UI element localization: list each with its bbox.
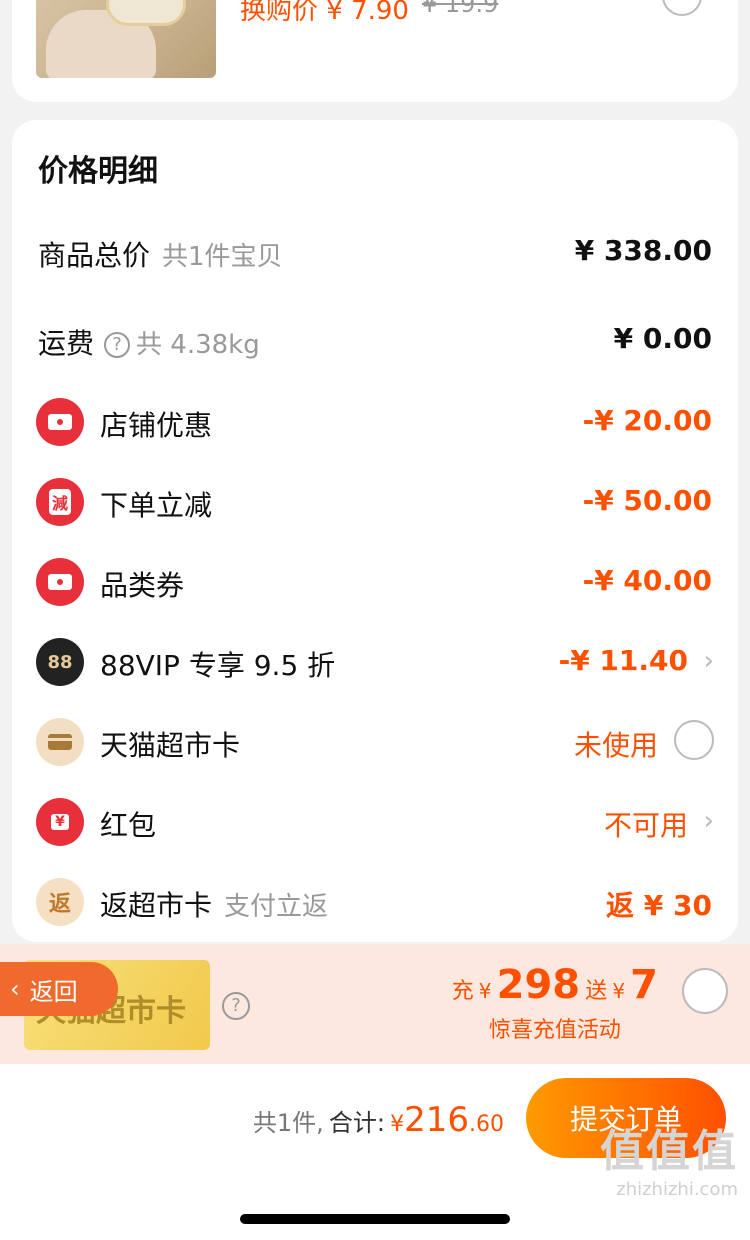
row-supermarket-card[interactable]: 天猫超市卡 未使用 <box>12 712 738 772</box>
product-card: 换购价 ¥ 7.90 ¥ 19.9 <box>12 0 738 102</box>
recharge-offer-line: 充 ¥ 298 送 ¥ 7 <box>451 962 658 1008</box>
total-label: 合计: <box>328 1109 385 1137</box>
back-label: 返回 <box>29 977 78 1006</box>
help-icon[interactable]: ? <box>222 992 250 1020</box>
home-indicator[interactable] <box>240 1214 510 1224</box>
row-instant-reduce[interactable]: 減 下单立减 -¥ 50.00 <box>12 472 738 532</box>
jar-shape <box>106 0 186 26</box>
row-red-packet[interactable]: ¥ 红包 不可用 › <box>12 792 738 852</box>
ticket-icon <box>36 398 84 446</box>
promo-subtitle: 惊喜充值活动 <box>488 1018 621 1043</box>
price-detail-title: 价格明细 <box>38 154 158 189</box>
row-goods-total: 商品总价 共1件宝贝 ¥ 338.00 <box>12 222 738 282</box>
recharge-offer[interactable]: 充 ¥ 298 送 ¥ 7 惊喜充值活动 <box>452 962 658 1044</box>
row-value: ¥ 0.00 <box>613 322 712 355</box>
row-label: 天猫超市卡 <box>100 729 241 762</box>
swap-select-radio[interactable] <box>662 0 702 16</box>
card-icon <box>36 718 84 766</box>
row-sub: 支付立返 <box>224 892 329 922</box>
row-88vip[interactable]: 88 88VIP 专享 9.5 折 -¥ 11.40 › <box>12 632 738 692</box>
price-detail-card: 价格明细 商品总价 共1件宝贝 ¥ 338.00 运费? 共 4.38kg ¥ 0.… <box>12 120 738 942</box>
row-return-card: 返 返超市卡 支付立返 返 ¥ 30 <box>12 872 738 932</box>
row-label: 品类券 <box>100 569 185 602</box>
checkout-footer: 共1件, 合计: ¥216.60 提交订单 值值值 zhizhizhi.com <box>0 1064 750 1240</box>
row-sub: 共 4.38kg <box>136 330 260 360</box>
watermark-logo: 值值值 <box>600 1126 738 1177</box>
charge-amount: 298 <box>496 962 581 1008</box>
row-value: 未使用 <box>573 729 658 762</box>
row-value: -¥ 40.00 <box>582 564 712 597</box>
product-image[interactable] <box>36 0 216 78</box>
row-label: 店铺优惠 <box>100 409 213 442</box>
88vip-icon: 88 <box>36 638 84 686</box>
row-label: 返超市卡 支付立返 <box>100 889 329 922</box>
row-sub: 共1件宝贝 <box>162 242 283 272</box>
watermark: 值值值 zhizhizhi.com <box>600 1115 738 1200</box>
return-icon: 返 <box>36 878 84 926</box>
row-value: 不可用 <box>603 809 688 842</box>
swap-price: 换购价 ¥ 7.90 <box>240 0 409 26</box>
row-label: 红包 <box>100 809 157 842</box>
row-label: 商品总价 共1件宝贝 <box>38 239 283 272</box>
chevron-right-icon: › <box>703 806 714 836</box>
order-total: 共1件, 合计: ¥216.60 <box>252 1100 504 1140</box>
row-category-coupon[interactable]: 品类券 -¥ 40.00 <box>12 552 738 612</box>
red-packet-icon: ¥ <box>36 798 84 846</box>
watermark-text: zhizhizhi.com <box>616 1179 738 1200</box>
row-shop-discount[interactable]: 店铺优惠 -¥ 20.00 <box>12 392 738 452</box>
help-icon[interactable]: ? <box>104 332 131 358</box>
item-count: 共1件, <box>252 1109 324 1137</box>
gift-amount: 7 <box>630 962 658 1008</box>
row-value: ¥ 338.00 <box>574 234 712 267</box>
total-amount: 216 <box>404 1100 469 1140</box>
ticket-icon <box>36 558 84 606</box>
back-button[interactable]: ‹ 返回 <box>0 962 118 1016</box>
row-label: 运费? 共 4.38kg <box>38 327 260 360</box>
row-shipping: 运费? 共 4.38kg ¥ 0.00 <box>12 310 738 370</box>
row-label: 88VIP 专享 9.5 折 <box>100 649 336 682</box>
row-value: -¥ 50.00 <box>582 484 712 517</box>
row-value: -¥ 20.00 <box>582 404 712 437</box>
recharge-promo-bar: 天猫超市卡 ? ‹ 返回 充 ¥ 298 送 ¥ 7 惊喜充值活动 <box>0 944 750 1064</box>
row-label: 下单立减 <box>100 489 213 522</box>
chevron-left-icon: ‹ <box>10 975 20 1003</box>
original-price: ¥ 19.9 <box>422 0 499 18</box>
recharge-select-radio[interactable] <box>682 968 728 1014</box>
row-value: -¥ 11.40 <box>558 644 688 677</box>
supermarket-card-radio[interactable] <box>674 720 714 760</box>
row-value: 返 ¥ 30 <box>606 889 712 922</box>
reduce-icon: 減 <box>36 478 84 526</box>
chevron-right-icon: › <box>703 646 714 676</box>
